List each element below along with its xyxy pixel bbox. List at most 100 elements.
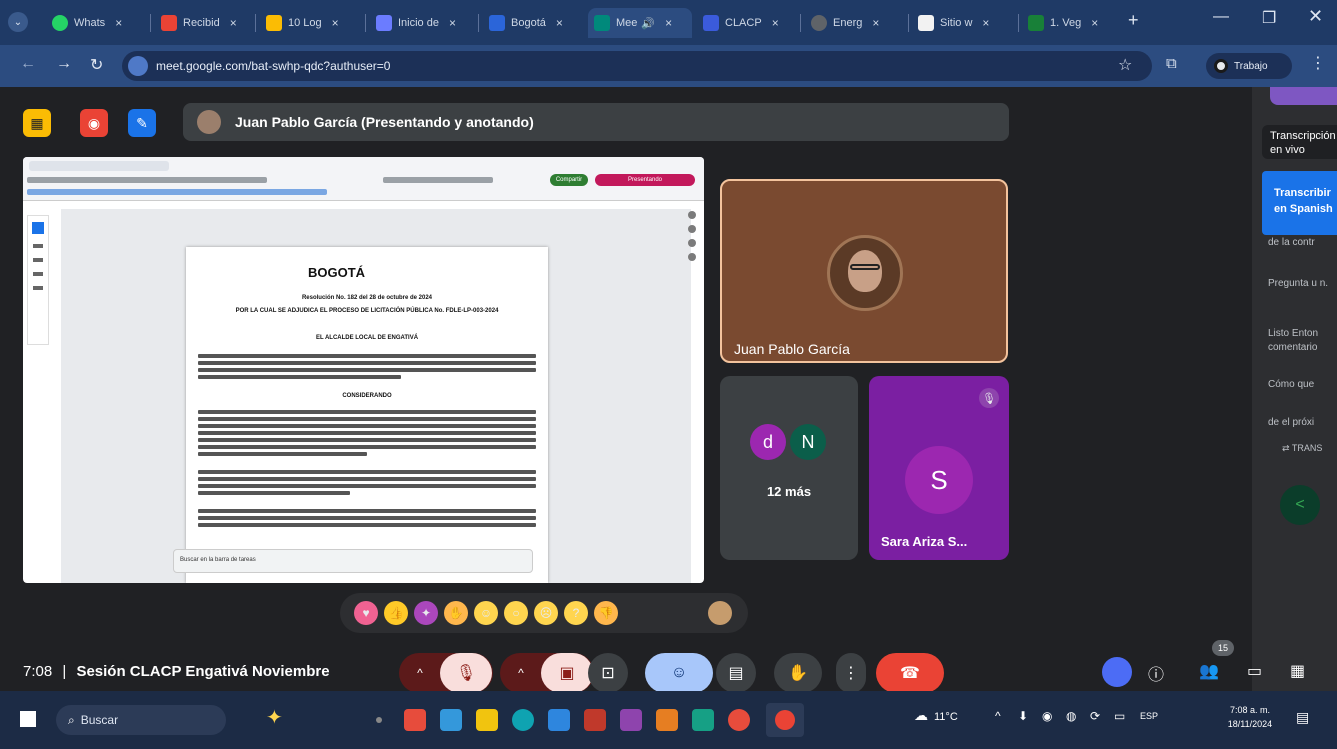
taskbar-search[interactable]: ⌕ Buscar xyxy=(56,705,226,735)
party-emoji-icon[interactable]: ✦ xyxy=(414,601,438,625)
translate-icon: ⇄ xyxy=(1282,443,1292,453)
minimize-button[interactable]: — xyxy=(1213,8,1229,26)
activities-grid-icon[interactable]: ▦ xyxy=(1290,661,1305,681)
new-tab-button[interactable]: + xyxy=(1128,10,1139,31)
tab-meet[interactable]: Mee 🔊 × xyxy=(588,8,692,38)
app-icon[interactable] xyxy=(404,709,426,731)
file-explorer-icon[interactable] xyxy=(476,709,498,731)
participant-tile-sara[interactable]: 🎙 S Sara Ariza S... xyxy=(869,376,1009,560)
forward-arrow-icon[interactable]: → xyxy=(56,55,72,73)
taskbar-clock[interactable]: 7:08 a. m. 18/11/2024 xyxy=(1218,703,1282,731)
microphone-control: ^ 🎙 xyxy=(399,653,493,693)
bookmark-star-icon[interactable]: ☆ xyxy=(1118,55,1132,75)
sheets-icon xyxy=(1028,15,1044,31)
tray-icon[interactable]: ▭ xyxy=(1114,709,1125,723)
tab-whatsapp[interactable]: Whats × xyxy=(46,8,132,38)
tab-sheets[interactable]: 1. Veg × xyxy=(1022,8,1114,38)
tab-gmail[interactable]: Recibid × xyxy=(155,8,247,38)
close-icon[interactable]: × xyxy=(1091,16,1098,30)
close-icon[interactable]: × xyxy=(872,16,879,30)
leave-call-button[interactable]: ☎ xyxy=(876,653,944,693)
clap-emoji-icon[interactable]: ✋ xyxy=(444,601,468,625)
site-info-icon[interactable] xyxy=(128,56,148,76)
tab-search-chevron-icon[interactable]: ⌄ xyxy=(8,12,28,32)
camera-off-button[interactable]: ▣ xyxy=(541,653,593,693)
thumbs-down-emoji-icon[interactable]: 👎 xyxy=(594,601,618,625)
panel-header-button[interactable] xyxy=(1270,87,1337,105)
participant-tile-juan-pablo[interactable]: Juan Pablo García xyxy=(720,179,1008,363)
whatsapp-icon xyxy=(52,15,68,31)
copilot-sparkle-icon[interactable]: ✦ xyxy=(266,705,283,730)
tray-icon[interactable]: ⬇ xyxy=(1018,709,1028,723)
surprised-emoji-icon[interactable]: ○ xyxy=(504,601,528,625)
chrome-active-icon[interactable] xyxy=(766,703,804,737)
transcription-language-card[interactable]: Transcribir en Spanish xyxy=(1262,171,1337,235)
mic-off-button[interactable]: 🎙 xyxy=(440,653,492,693)
mic-options-chevron-icon[interactable]: ^ xyxy=(400,666,440,680)
close-icon[interactable]: × xyxy=(665,16,672,30)
close-icon[interactable]: × xyxy=(230,16,237,30)
close-icon[interactable]: × xyxy=(556,16,563,30)
keyboard-language[interactable]: ESP xyxy=(1140,711,1158,721)
close-icon[interactable]: × xyxy=(332,16,339,30)
notes-button[interactable]: ✎ xyxy=(128,109,156,137)
tab-bogota[interactable]: Bogotá × xyxy=(483,8,583,38)
edge-icon[interactable] xyxy=(512,709,534,731)
chrome-menu-icon[interactable]: ⋮ xyxy=(1310,53,1326,73)
notifications-icon[interactable]: ▤ xyxy=(1296,709,1309,726)
app-icon[interactable] xyxy=(692,709,714,731)
present-screen-button[interactable]: ⊡ xyxy=(588,653,628,693)
annotation-toolbar-button[interactable]: ▦ xyxy=(23,109,51,137)
profile-button[interactable]: Trabajo xyxy=(1206,53,1292,79)
share-icon[interactable]: < xyxy=(1280,485,1320,525)
emoji-reactions-button[interactable]: ☺ xyxy=(645,653,713,693)
tray-icon[interactable]: ⟳ xyxy=(1090,709,1100,723)
share-button: Compartir xyxy=(550,174,588,186)
address-bar[interactable]: meet.google.com/bat-swhp-qdc?authuser=0 … xyxy=(122,51,1152,81)
extensions-puzzle-icon[interactable]: ⧉ xyxy=(1166,55,1177,72)
thinking-emoji-icon[interactable]: ? xyxy=(564,601,588,625)
more-options-button[interactable]: ⋮ xyxy=(836,653,866,693)
close-window-button[interactable]: ✕ xyxy=(1308,6,1323,27)
app-icon[interactable] xyxy=(620,709,642,731)
raise-hand-button[interactable]: ✋ xyxy=(774,653,822,693)
chrome-icon[interactable] xyxy=(728,709,750,731)
tab-clacp[interactable]: CLACP × xyxy=(697,8,797,38)
tab-drive[interactable]: 10 Log × xyxy=(260,8,360,38)
reload-icon[interactable]: ↻ xyxy=(90,55,103,75)
record-button[interactable]: ◉ xyxy=(80,109,108,137)
close-icon[interactable]: × xyxy=(982,16,989,30)
restore-button[interactable]: ❐ xyxy=(1262,8,1276,28)
app-icon[interactable] xyxy=(440,709,462,731)
skin-tone-picker-icon[interactable] xyxy=(708,601,732,625)
host-controls-icon[interactable] xyxy=(1102,657,1132,687)
tray-icon[interactable]: ◉ xyxy=(1042,709,1052,723)
close-icon[interactable]: × xyxy=(115,16,122,30)
thumbs-up-emoji-icon[interactable]: 👍 xyxy=(384,601,408,625)
reactions-bar: ♥ 👍 ✦ ✋ ☺ ○ ☹ ? 👎 xyxy=(340,593,748,633)
transcript-footer: ⇄ TRANS xyxy=(1282,443,1323,453)
app-icon[interactable] xyxy=(656,709,678,731)
app-icon[interactable] xyxy=(584,709,606,731)
close-icon[interactable]: × xyxy=(449,16,456,30)
heart-emoji-icon[interactable]: ♥ xyxy=(354,601,378,625)
tray-icon[interactable]: ◍ xyxy=(1066,709,1076,723)
camera-options-chevron-icon[interactable]: ^ xyxy=(501,666,541,680)
info-icon[interactable]: ⓘ xyxy=(1148,661,1164,685)
windows-start-icon[interactable] xyxy=(20,711,36,727)
chevron-up-icon[interactable]: ^ xyxy=(995,709,1001,723)
weather-icon[interactable]: ☁ xyxy=(914,707,928,724)
store-icon[interactable] xyxy=(548,709,570,731)
tab-inicio[interactable]: Inicio de × xyxy=(370,8,470,38)
captions-button[interactable]: ▤ xyxy=(716,653,756,693)
tab-sitio[interactable]: Sitio w × xyxy=(912,8,1016,38)
chat-icon[interactable]: ▭ xyxy=(1247,661,1262,681)
cry-emoji-icon[interactable]: ☹ xyxy=(534,601,558,625)
people-icon[interactable]: 👥 xyxy=(1199,661,1219,681)
back-arrow-icon[interactable]: ← xyxy=(20,55,36,73)
participant-tile-more[interactable]: d N 12 más xyxy=(720,376,858,560)
tab-energ[interactable]: Energ × xyxy=(805,8,905,38)
laugh-emoji-icon[interactable]: ☺ xyxy=(474,601,498,625)
participant-avatar xyxy=(827,235,903,311)
close-icon[interactable]: × xyxy=(772,16,779,30)
